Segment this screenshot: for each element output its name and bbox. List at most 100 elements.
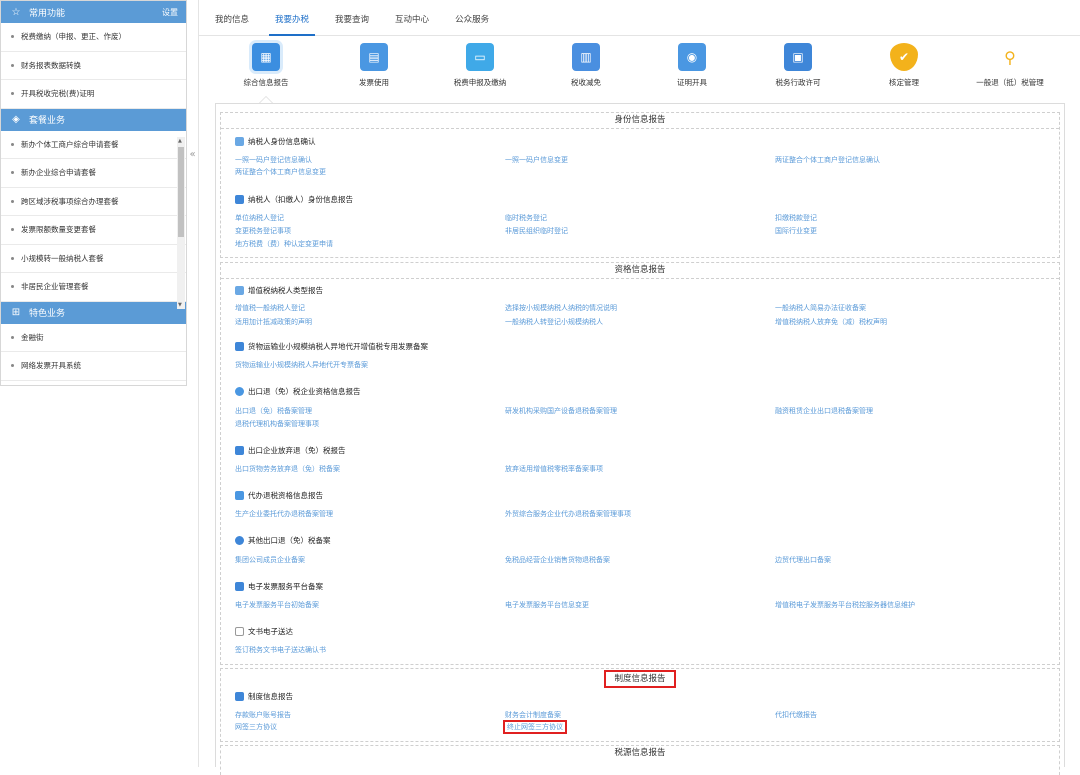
bullet-icon [11, 335, 14, 339]
sidebar-item[interactable]: 金融街 [1, 324, 186, 352]
link[interactable]: 一般纳税人转登记小规模纳税人 [505, 317, 603, 327]
func-tax-relief[interactable]: ▥ 税收减免 [531, 40, 641, 88]
sidebar-header-package[interactable]: ◈ 套餐业务 [1, 108, 186, 131]
link[interactable]: 一般纳税人简易办法征收备案 [775, 303, 866, 313]
link[interactable]: 存款账户账号报告 [235, 710, 291, 720]
bullet-icon [11, 199, 14, 203]
scroll-up-icon[interactable]: ▲ [178, 138, 182, 144]
scroll-thumb[interactable] [178, 147, 184, 237]
sidebar-item[interactable]: 新办企业综合申请套餐 [1, 159, 186, 188]
func-certificate[interactable]: ◉ 证明开具 [637, 40, 747, 88]
sidebar-item[interactable]: 非居民企业管理套餐 [1, 273, 186, 302]
link[interactable]: 网签三方协议 [235, 722, 277, 732]
link[interactable]: 一照一码户信息变更 [505, 155, 568, 165]
tab-interaction[interactable]: 互动中心 [385, 13, 439, 35]
link[interactable]: 非居民组织临时登记 [505, 226, 568, 236]
link[interactable]: 财务会计制度备案 [505, 710, 561, 720]
link[interactable]: 放弃适用增值税零税率备案事项 [505, 464, 603, 474]
link[interactable]: 单位纳税人登记 [235, 213, 284, 223]
shield-icon: ✔ [890, 43, 918, 71]
sidebar-item[interactable]: 开具税收完税(费)证明 [1, 80, 186, 109]
sidebar-scrollbar[interactable]: ▲ ▼ [177, 137, 185, 309]
link[interactable]: 生产企业委托代办退税备案管理 [235, 509, 333, 519]
group-heading: 电子发票服务平台备案 [235, 581, 323, 592]
link[interactable]: 适用加计抵减政策的声明 [235, 317, 312, 327]
link-terminate-tripartite-highlighted[interactable]: 终止网签三方协议 [503, 720, 567, 734]
group-heading: 代办退税资格信息报告 [235, 490, 323, 501]
func-declare-pay[interactable]: ▭ 税费申报及缴纳 [425, 40, 535, 88]
link[interactable]: 研发机构采购国产设备退税备案管理 [505, 406, 617, 416]
sidebar-item[interactable]: 发票限额数量变更套餐 [1, 216, 186, 245]
section-identity: 身份信息报告 纳税人身份信息确认 一照一码户登记信息确认 一照一码户信息变更 两… [220, 112, 1060, 258]
sidebar-item[interactable]: 税费缴纳（申报、更正、作废） [1, 23, 186, 52]
link[interactable]: 变更税务登记事项 [235, 226, 291, 236]
link[interactable]: 出口退（免）税备案管理 [235, 406, 312, 416]
computer-icon: ▭ [466, 43, 494, 71]
link[interactable]: 增值税一般纳税人登记 [235, 303, 305, 313]
group-heading: 文书电子送达 [235, 626, 293, 637]
group-heading: 增值税纳税人类型报告 [235, 285, 323, 296]
func-comprehensive-report[interactable]: ▦ 综合信息报告 [211, 40, 321, 88]
section-tax-source: 税源信息报告 [220, 745, 1060, 775]
bar-chart-icon: ▥ [572, 43, 600, 71]
settings-link[interactable]: 设置 [162, 7, 178, 18]
sidebar: ☆ 常用功能 设置 税费缴纳（申报、更正、作废） 财务报表数据转换 开具税收完税… [0, 0, 187, 386]
bullet-icon [11, 171, 14, 175]
sidebar-header-title: 常用功能 [29, 8, 66, 19]
link[interactable]: 集团公司成员企业备案 [235, 555, 305, 565]
bullet-icon [11, 35, 14, 39]
link[interactable]: 国际行业变更 [775, 226, 817, 236]
link[interactable]: 临时税务登记 [505, 213, 547, 223]
group-heading: 纳税人身份信息确认 [235, 136, 316, 147]
sidebar-header-common[interactable]: ☆ 常用功能 设置 [1, 1, 186, 23]
tab-my-info[interactable]: 我的信息 [205, 13, 259, 35]
sidebar-item[interactable]: 财务报表数据转换 [1, 52, 186, 80]
content-panel: 身份信息报告 纳税人身份信息确认 一照一码户登记信息确认 一照一码户信息变更 两… [215, 103, 1065, 775]
link[interactable]: 边贸代理出口备案 [775, 555, 831, 565]
sidebar-header-special[interactable]: ⊞ 特色业务 [1, 301, 186, 324]
link[interactable]: 退税代理机构备案管理事项 [235, 419, 319, 429]
tab-query[interactable]: 我要查询 [325, 13, 379, 35]
func-invoice-use[interactable]: ▤ 发票使用 [319, 40, 429, 88]
sidebar-item[interactable]: 小规模转一般纳税人套餐 [1, 245, 186, 273]
func-admin-permit[interactable]: ▣ 税务行政许可 [743, 40, 853, 88]
bullet-icon [11, 364, 14, 368]
link[interactable]: 货物运输业小规模纳税人异地代开专票备案 [235, 360, 368, 370]
link[interactable]: 两证整合个体工商户登记信息确认 [775, 155, 880, 165]
link[interactable]: 增值税电子发票服务平台税控服务器信息维护 [775, 600, 915, 610]
link[interactable]: 出口货物劳务放弃退（免）税备案 [235, 464, 340, 474]
link[interactable]: 一照一码户登记信息确认 [235, 155, 312, 165]
link[interactable]: 扣缴税款登记 [775, 213, 817, 223]
globe-icon [235, 387, 244, 396]
link[interactable]: 选择按小规模纳税人纳税的情况说明 [505, 303, 617, 313]
bullet-icon [11, 256, 14, 260]
tab-public-service[interactable]: 公众服务 [445, 13, 499, 35]
sidebar-item[interactable]: 新办个体工商户综合申请套餐 [1, 131, 186, 159]
link[interactable]: 增值税纳税人放弃免（减）税权声明 [775, 317, 887, 327]
func-assessment[interactable]: ✔ 核定管理 [849, 40, 959, 88]
sidebar-item[interactable]: 网络发票开具系统 [1, 352, 186, 381]
tab-tax-handling[interactable]: 我要办税 [265, 13, 319, 36]
top-tabs: 我的信息 我要办税 我要查询 互动中心 公众服务 [199, 0, 1080, 36]
function-icon-row: ▦ 综合信息报告 ▤ 发票使用 ▭ 税费申报及缴纳 ▥ 税收减免 ◉ 证明开具 … [199, 40, 1080, 102]
link[interactable]: 签订税务文书电子送达确认书 [235, 645, 326, 655]
collapse-sidebar-icon[interactable]: « [187, 145, 198, 165]
link[interactable]: 地方税费（费）种认定变更申请 [235, 239, 333, 249]
link[interactable]: 融资租赁企业出口退税备案管理 [775, 406, 873, 416]
scroll-down-icon[interactable]: ▼ [178, 302, 182, 308]
link[interactable]: 两证整合个体工商户信息变更 [235, 167, 326, 177]
network-icon: ⚲ [1004, 47, 1016, 67]
func-refund[interactable]: ⚲ 一般退（抵）税管理 [955, 40, 1065, 88]
link[interactable]: 外贸综合服务企业代办退税备案管理事项 [505, 509, 631, 519]
link[interactable]: 免税品经营企业销售货物退税备案 [505, 555, 610, 565]
link[interactable]: 电子发票服务平台信息变更 [505, 600, 589, 610]
phone-icon [235, 582, 244, 591]
link[interactable]: 电子发票服务平台初始备案 [235, 600, 319, 610]
section-system: 制度信息报告 制度信息报告 存款账户账号报告 财务会计制度备案 代扣代缴报告 网… [220, 668, 1060, 742]
truck-icon [235, 342, 244, 351]
sidebar-item[interactable]: 跨区域涉税事项综合办理套餐 [1, 188, 186, 216]
document-icon: ▤ [360, 43, 388, 71]
link[interactable]: 代扣代缴报告 [775, 710, 817, 720]
badge-icon: ▣ [784, 43, 812, 71]
bullet-icon [11, 142, 14, 146]
